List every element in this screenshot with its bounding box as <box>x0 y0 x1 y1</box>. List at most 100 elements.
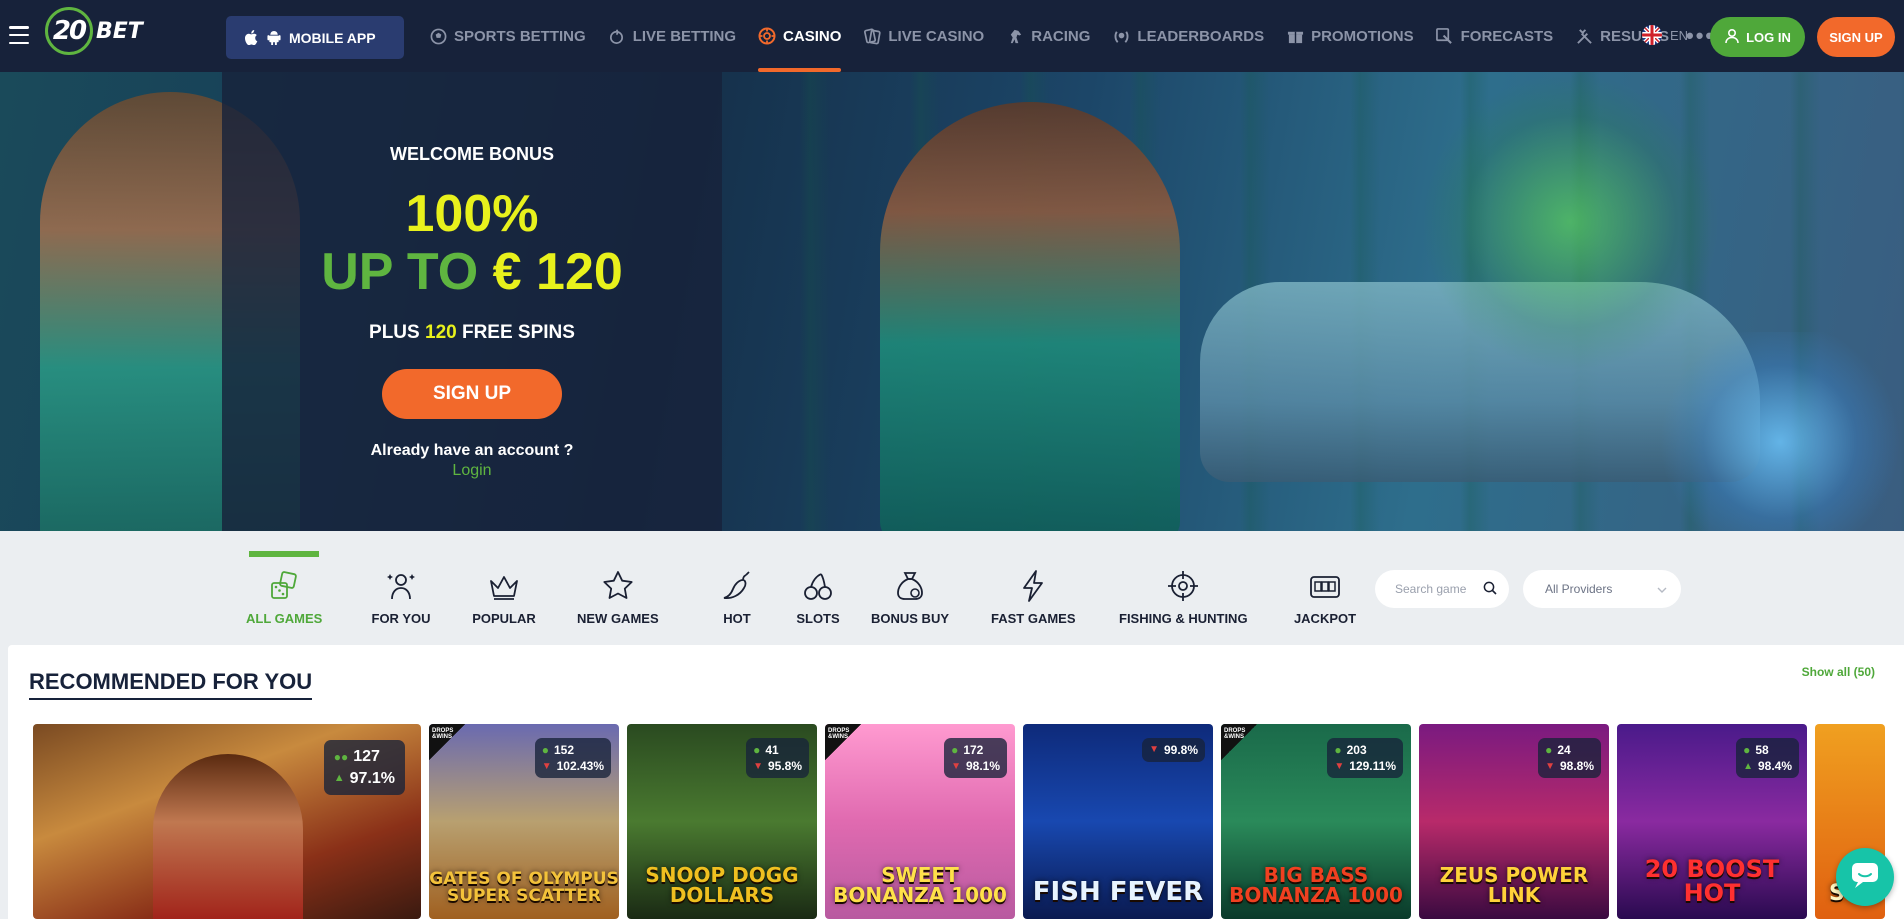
rtp-down-icon: ▼ <box>541 760 552 772</box>
bonus-percent: 100% <box>405 185 539 243</box>
players-icon: ● <box>951 743 959 757</box>
providers-select[interactable]: All Providers <box>1523 570 1681 608</box>
gift-icon <box>1286 27 1304 45</box>
logo-text: BET <box>96 18 143 44</box>
category-fishing-hunting[interactable]: FISHING & HUNTING <box>1119 551 1248 626</box>
category-label: BONUS BUY <box>871 611 950 626</box>
category-popular[interactable]: POPULAR <box>469 551 539 626</box>
recommended-section: RECOMMENDED FOR YOU Show all (50) ●● 127 … <box>8 645 1904 919</box>
category-hot[interactable]: HOT <box>702 551 772 626</box>
crosshair-icon <box>1168 571 1199 601</box>
welcome-bonus-title: WELCOME BONUS <box>390 144 554 164</box>
nav-label: LIVE BETTING <box>632 27 737 45</box>
live-ball-icon <box>608 27 626 45</box>
rtp-down-icon: ▼ <box>753 760 763 772</box>
nav-forecasts[interactable]: FORECASTS <box>1425 0 1565 72</box>
players-count: 172 <box>963 743 984 757</box>
rtp-value: 129.11% <box>1349 759 1396 774</box>
game-tile[interactable]: DROPS &WINS ● 203 ▼ 129.11% BIG BASS BONANZ… <box>1221 724 1411 919</box>
players-icon: ● <box>1545 743 1553 757</box>
rtp-badge: ● 24 ▼ 98.8% <box>1538 738 1601 779</box>
nav-casino[interactable]: CASINO <box>747 0 852 72</box>
show-all-count: (50) <box>1853 665 1875 679</box>
chili-icon <box>723 571 750 600</box>
players-count: 127 <box>353 748 380 765</box>
horse-icon <box>1006 27 1024 45</box>
nav-label: LEADERBOARDS <box>1137 27 1265 45</box>
game-tile[interactable]: DROPS &WINS ● 172 ▼ 98.1% SWEET BONANZA 100… <box>825 724 1015 919</box>
game-title: SNOOP DOGG DOLLARS <box>645 863 799 907</box>
already-account-text: Already have an account ? <box>370 442 574 459</box>
nav-label: RACING <box>1031 27 1091 45</box>
recommended-title: RECOMMENDED FOR YOU <box>29 669 313 700</box>
category-slots[interactable]: SLOTS <box>783 551 853 626</box>
game-tile[interactable]: ● 58 ▲ 98.4% 20 BOOST HOT <box>1617 724 1807 919</box>
nav-promotions[interactable]: PROMOTIONS <box>1275 0 1425 72</box>
game-tile[interactable]: ● 24 ▼ 98.8% ZEUS POWER LINK <box>1419 724 1609 919</box>
spins-label: FREE SPINS <box>461 322 575 343</box>
search-game-field[interactable]: Search game <box>1375 570 1509 608</box>
players-count: 41 <box>765 743 779 757</box>
laurel-icon <box>1112 27 1130 45</box>
language-selector[interactable]: EN <box>1642 25 1688 45</box>
rtp-value: 98.1% <box>965 759 1000 774</box>
category-label: ALL GAMES <box>246 611 323 626</box>
rtp-value: 102.43% <box>556 759 604 774</box>
game-title: FISH FEVER <box>1032 877 1204 907</box>
plus-label: PLUS <box>369 322 420 343</box>
mobile-app-button[interactable]: MOBILE APP <box>226 16 404 59</box>
rtp-badge: ● 152 ▼ 102.43% <box>534 738 611 779</box>
hero-login-link[interactable]: Login <box>222 462 722 480</box>
game-tile[interactable]: ● 41 ▼ 95.8% SNOOP DOGG DOLLARS <box>627 724 817 919</box>
players-count: 58 <box>1755 743 1769 757</box>
games-row: ●● 127 ▲ 97.1% DROPS &WINS ● 152 ▼ 102.43% GA… <box>33 724 1885 919</box>
welcome-banner: WELCOME BONUS 100% UP TO € 120 PLUS 120 … <box>0 72 1904 531</box>
bonus-amount: UP TO € 120 <box>222 242 722 302</box>
category-label: FISHING & HUNTING <box>1119 611 1248 626</box>
nav-sports-betting[interactable]: SPORTS BETTING <box>418 0 597 72</box>
rtp-value: 99.8% <box>1163 743 1198 757</box>
forecast-icon <box>1436 27 1454 45</box>
main-nav: SPORTS BETTING LIVE BETTING CASINO LIVE … <box>418 0 1721 72</box>
nav-live-betting[interactable]: LIVE BETTING <box>597 0 747 72</box>
drops-wins-badge: DROPS &WINS <box>429 724 465 760</box>
players-icon: ● <box>1334 743 1342 757</box>
category-fast-games[interactable]: FAST GAMES <box>991 551 1076 626</box>
game-tile[interactable]: ▼ 99.8% FISH FEVER <box>1023 724 1213 919</box>
language-label: EN <box>1670 27 1689 43</box>
signup-button[interactable]: SIGN UP <box>1817 17 1895 57</box>
rtp-value: 95.8% <box>767 759 802 774</box>
bonus-text: WELCOME BONUS 100% UP TO € 120 PLUS 120 … <box>222 72 722 531</box>
category-new-games[interactable]: NEW GAMES <box>577 551 659 626</box>
rtp-down-icon: ▼ <box>1545 760 1555 772</box>
hero-signup-button[interactable]: SIGN UP <box>382 369 562 419</box>
chat-support-button[interactable] <box>1836 848 1894 906</box>
game-tile[interactable]: DROPS &WINS ● 152 ▼ 102.43% GATES OF OLYMPU… <box>429 724 619 919</box>
category-jackpot[interactable]: JACKPOT <box>1290 551 1360 626</box>
category-all-games[interactable]: ALL GAMES <box>246 551 322 626</box>
logo-badge: 20 <box>45 7 93 55</box>
rtp-badge: ● 58 ▲ 98.4% <box>1736 738 1799 779</box>
nav-leaderboards[interactable]: LEADERBOARDS <box>1101 0 1275 72</box>
user-icon <box>1724 28 1740 47</box>
slot-machine-icon <box>1310 576 1340 598</box>
drops-wins-badge: DROPS &WINS <box>825 724 861 760</box>
game-art <box>153 754 303 919</box>
nav-racing[interactable]: RACING <box>995 0 1101 72</box>
players-count: 152 <box>553 743 574 757</box>
category-for-you[interactable]: FOR YOU <box>366 551 436 626</box>
site-logo[interactable]: 20 BET <box>45 7 143 55</box>
players-icon: ● <box>753 743 761 757</box>
menu-icon[interactable] <box>9 26 29 44</box>
show-all-link[interactable]: Show all (50) <box>1802 665 1875 679</box>
category-bonus-buy[interactable]: BONUS BUY <box>871 551 949 626</box>
rtp-value: 98.8% <box>1559 759 1594 774</box>
person-sparkle-icon <box>387 574 415 600</box>
lightning-icon <box>1023 570 1044 602</box>
login-button[interactable]: LOG IN <box>1710 17 1805 57</box>
nav-live-casino[interactable]: LIVE CASINO <box>852 0 995 72</box>
game-tile[interactable]: ●● 127 ▲ 97.1% <box>33 724 421 919</box>
rtp-up-icon: ▲ <box>1743 760 1753 772</box>
rtp-down-icon: ▼ <box>1334 760 1345 772</box>
show-all-label: Show all <box>1801 665 1851 679</box>
